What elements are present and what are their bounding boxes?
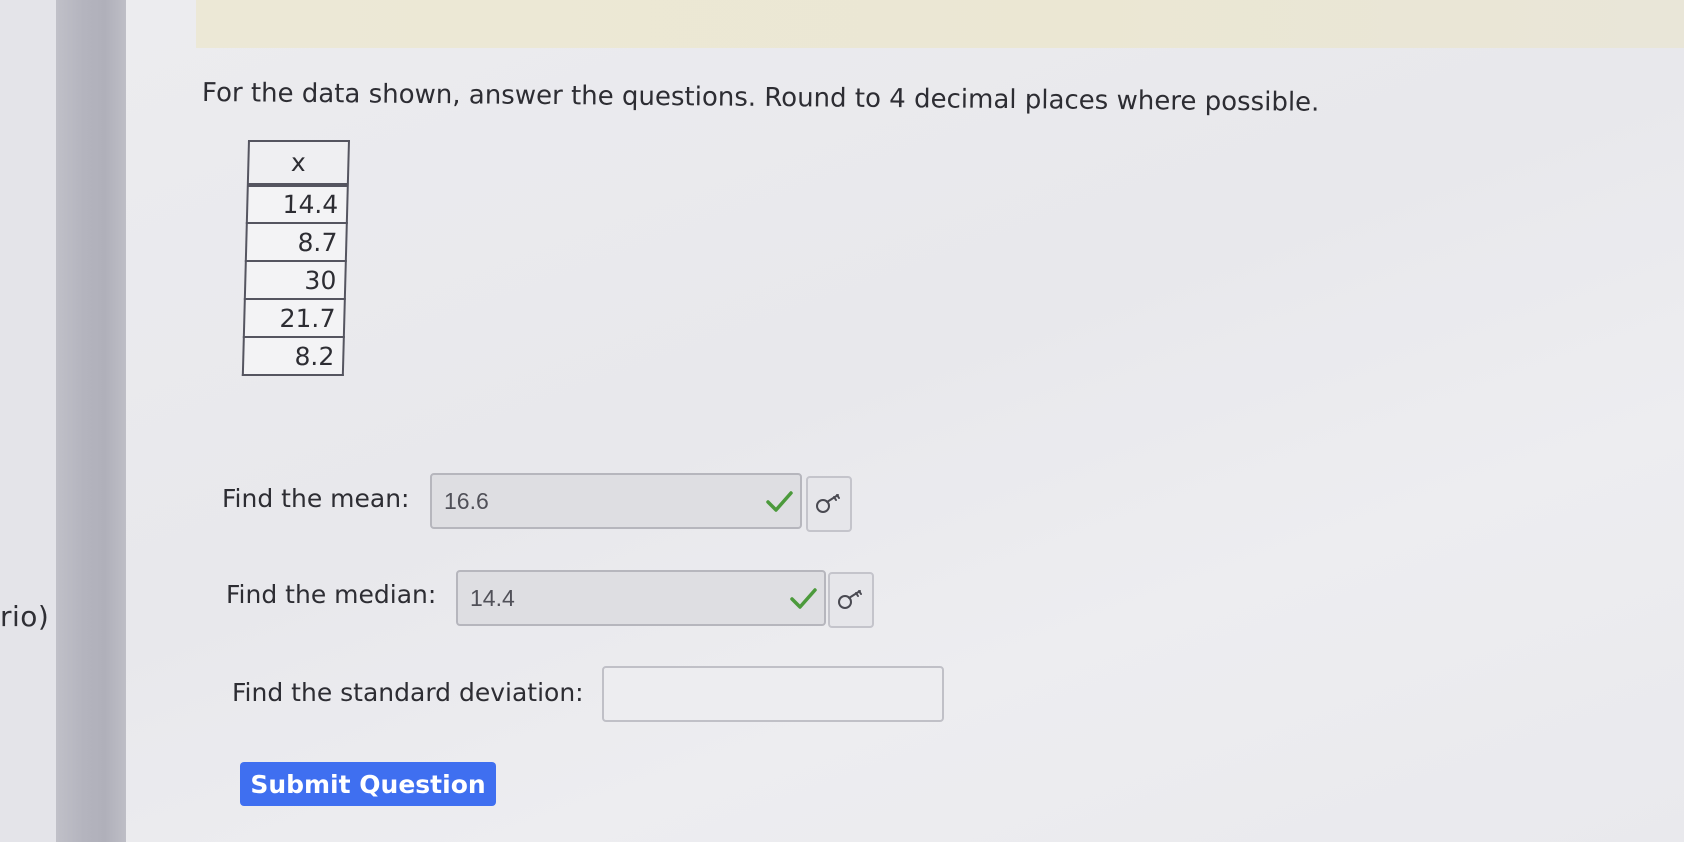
check-icon xyxy=(790,588,817,609)
table-cell: 8.2 xyxy=(242,337,344,375)
data-table: x 14.4 8.7 30 21.7 8.2 xyxy=(242,140,350,376)
table-cell: 30 xyxy=(244,261,346,299)
left-margin: rio) xyxy=(0,0,56,842)
key-icon xyxy=(838,590,862,609)
table-cell: 8.7 xyxy=(245,223,347,261)
submit-question-button[interactable]: Submit Question xyxy=(240,762,496,806)
median-answer-value: 14.4 xyxy=(470,584,515,611)
table-cell: 21.7 xyxy=(243,299,345,337)
sidebar-partial-text: rio) xyxy=(0,600,50,633)
table-cell: 14.4 xyxy=(246,185,348,223)
table-header-x: x xyxy=(247,141,349,185)
sidebar-divider-bar xyxy=(56,0,126,842)
std-dev-label: Find the standard deviation: xyxy=(232,678,584,707)
mean-answer-field[interactable]: 16.6 xyxy=(430,473,802,529)
top-header-strip xyxy=(196,0,1684,48)
median-answer-field[interactable]: 14.4 xyxy=(456,570,826,626)
median-label: Find the median: xyxy=(226,580,437,609)
mean-label: Find the mean: xyxy=(222,484,410,513)
key-icon xyxy=(816,494,840,513)
check-icon xyxy=(766,491,793,512)
std-dev-input[interactable] xyxy=(602,666,944,722)
median-key-button[interactable] xyxy=(828,572,874,628)
mean-answer-value: 16.6 xyxy=(444,487,489,514)
mean-key-button[interactable] xyxy=(806,476,852,532)
